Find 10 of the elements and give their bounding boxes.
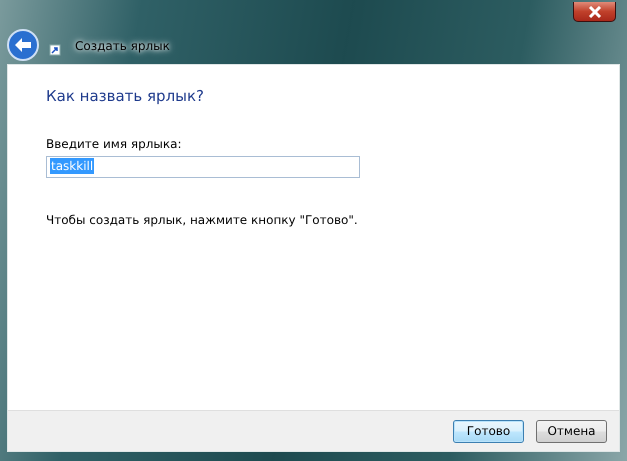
cancel-button[interactable]: Отмена: [536, 420, 607, 442]
hint-text: Чтобы создать ярлык, нажмите кнопку "Готово".: [46, 213, 359, 227]
back-button[interactable]: [7, 29, 41, 63]
shortcut-icon: [49, 44, 61, 56]
window-title: Создать ярлык: [75, 39, 170, 53]
finish-button[interactable]: Готово: [453, 420, 524, 442]
field-label: Введите имя ярлыка:: [46, 137, 182, 151]
page-heading: Как назвать ярлык?: [46, 87, 206, 105]
close-icon: [588, 6, 602, 18]
close-button[interactable]: [573, 2, 616, 22]
